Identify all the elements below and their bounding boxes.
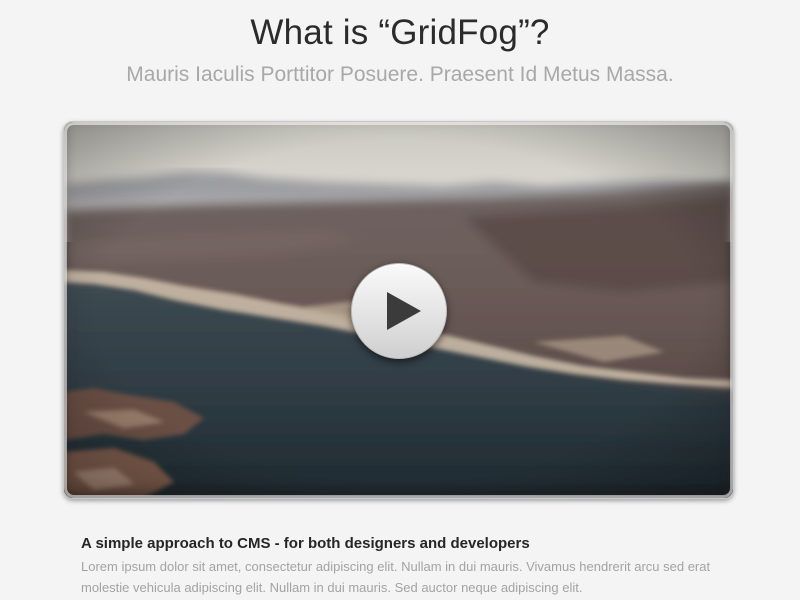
feature-body: Lorem ipsum dolor sit amet, consectetur … — [81, 559, 711, 595]
video-player[interactable] — [63, 121, 734, 499]
play-icon — [387, 292, 421, 330]
feature-heading: A simple approach to CMS - for both desi… — [81, 535, 530, 552]
page-title: What is “GridFog”? — [250, 13, 550, 52]
page-subtitle: Mauris Iaculis Porttitor Posuere. Praese… — [126, 63, 674, 86]
play-button[interactable] — [351, 263, 447, 359]
